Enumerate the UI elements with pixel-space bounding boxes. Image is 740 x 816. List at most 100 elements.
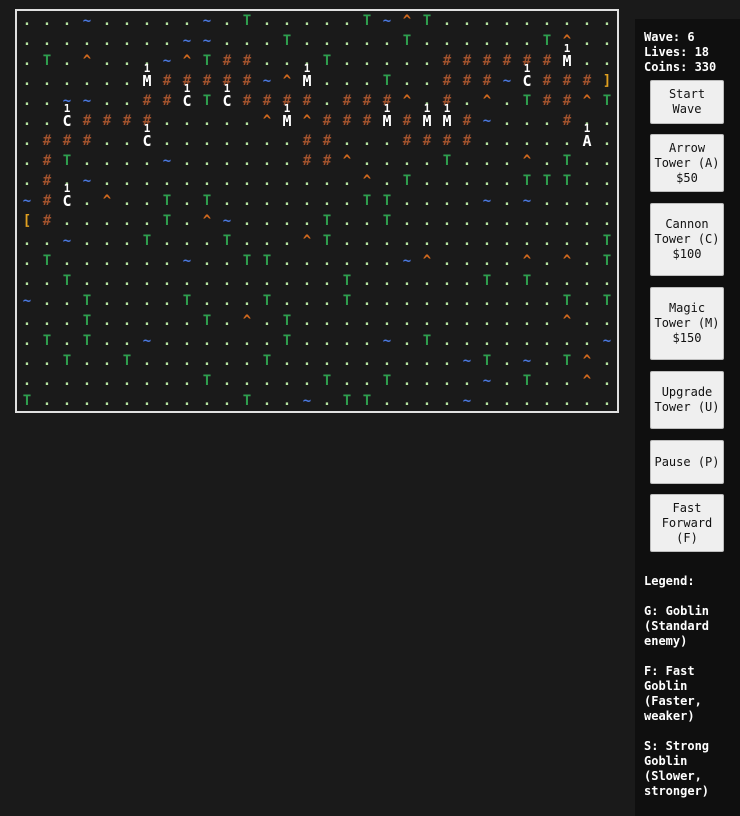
grass-tile: .: [522, 333, 532, 349]
grass-tile: .: [82, 193, 92, 209]
tree-tile: T: [282, 313, 292, 329]
grass-tile: .: [22, 273, 32, 289]
path-tile: #: [362, 93, 372, 109]
grass-tile: .: [102, 173, 112, 189]
grass-tile: .: [182, 393, 192, 409]
grass-tile: .: [422, 233, 432, 249]
path-tile: #: [482, 53, 492, 69]
grass-tile: .: [122, 33, 132, 49]
path-tile: #: [82, 133, 92, 149]
grass-tile: .: [482, 253, 492, 269]
grass-tile: .: [542, 193, 552, 209]
grass-tile: .: [502, 13, 512, 29]
legend: Legend: G: Goblin (Standard enemy) F: Fa…: [644, 574, 736, 799]
tree-tile: T: [342, 393, 352, 409]
tree-tile: T: [422, 13, 432, 29]
start-wave-button[interactable]: Start Wave: [650, 80, 724, 124]
grass-tile: .: [602, 33, 612, 49]
mountain-tile: ^: [482, 93, 492, 109]
grass-tile: .: [402, 73, 412, 89]
water-tile: ~: [22, 193, 32, 209]
grass-tile: .: [382, 393, 392, 409]
grass-tile: .: [362, 73, 372, 89]
path-tile: #: [42, 193, 52, 209]
grass-tile: .: [102, 233, 112, 249]
upgrade-tower-button[interactable]: Upgrade Tower (U): [650, 371, 724, 429]
grass-tile: .: [582, 233, 592, 249]
grass-tile: .: [22, 53, 32, 69]
arrow-tower-button[interactable]: Arrow Tower (A) $50: [650, 134, 724, 192]
grass-tile: .: [362, 313, 372, 329]
path-tile: #: [142, 93, 152, 109]
cannon-tower-button[interactable]: Cannon Tower (C) $100: [650, 203, 724, 276]
path-tile: #: [302, 93, 312, 109]
grass-tile: .: [542, 393, 552, 409]
grass-tile: .: [22, 93, 32, 109]
grass-tile: .: [102, 153, 112, 169]
grass-tile: .: [122, 273, 132, 289]
grass-tile: .: [542, 373, 552, 389]
water-tile: ~: [82, 93, 92, 109]
grass-tile: .: [142, 313, 152, 329]
grass-tile: .: [442, 273, 452, 289]
grass-tile: .: [142, 253, 152, 269]
mountain-tile: ^: [102, 193, 112, 209]
path-tile: #: [342, 113, 352, 129]
tree-tile: T: [62, 273, 72, 289]
grass-tile: .: [82, 353, 92, 369]
grass-tile: .: [362, 333, 372, 349]
tree-tile: T: [602, 293, 612, 309]
grass-tile: .: [302, 253, 312, 269]
pause-button[interactable]: Pause (P): [650, 440, 724, 484]
tree-tile: T: [342, 273, 352, 289]
grass-tile: .: [222, 253, 232, 269]
tree-tile: T: [402, 173, 412, 189]
grass-tile: .: [262, 173, 272, 189]
tree-tile: T: [122, 353, 132, 369]
grass-tile: .: [302, 13, 312, 29]
grass-tile: .: [102, 213, 112, 229]
magic-tower-button[interactable]: Magic Tower (M) $150: [650, 287, 724, 360]
grass-tile: .: [582, 193, 592, 209]
grass-tile: .: [302, 353, 312, 369]
water-tile: ~: [182, 33, 192, 49]
grass-tile: .: [382, 53, 392, 69]
grass-tile: .: [422, 33, 432, 49]
grass-tile: .: [102, 53, 112, 69]
grass-tile: .: [382, 353, 392, 369]
grass-tile: .: [42, 73, 52, 89]
grass-tile: .: [582, 293, 592, 309]
grass-tile: .: [562, 133, 572, 149]
grass-tile: .: [182, 13, 192, 29]
grass-tile: .: [562, 13, 572, 29]
grass-tile: .: [42, 33, 52, 49]
grass-tile: .: [322, 173, 332, 189]
grass-tile: .: [342, 73, 352, 89]
grass-tile: .: [502, 393, 512, 409]
grass-tile: .: [402, 313, 412, 329]
grass-tile: .: [502, 133, 512, 149]
grass-tile: .: [182, 133, 192, 149]
grass-tile: .: [502, 113, 512, 129]
map-grid[interactable]: ... ~..... ~. T..... T ~ ^ T................. ~ ~…: [17, 11, 617, 411]
grass-tile: .: [282, 13, 292, 29]
water-tile: ~: [602, 333, 612, 349]
grass-tile: .: [602, 373, 612, 389]
mountain-tile: ^: [262, 113, 272, 129]
grass-tile: .: [122, 133, 132, 149]
grass-tile: .: [342, 13, 352, 29]
grass-tile: .: [242, 273, 252, 289]
grass-tile: .: [482, 13, 492, 29]
grass-tile: .: [442, 373, 452, 389]
tree-tile: T: [222, 233, 232, 249]
grass-tile: .: [442, 13, 452, 29]
tree-tile: T: [382, 213, 392, 229]
tower-level-label: 1: [383, 102, 391, 115]
fast-forward-button[interactable]: Fast Forward (F): [650, 494, 724, 552]
grass-tile: .: [362, 133, 372, 149]
grass-tile: .: [562, 373, 572, 389]
path-tile: #: [482, 73, 492, 89]
grass-tile: .: [222, 153, 232, 169]
grass-tile: .: [422, 353, 432, 369]
game-board[interactable]: ... ~..... ~. T..... T ~ ^ T................. ~ ~…: [15, 9, 619, 413]
